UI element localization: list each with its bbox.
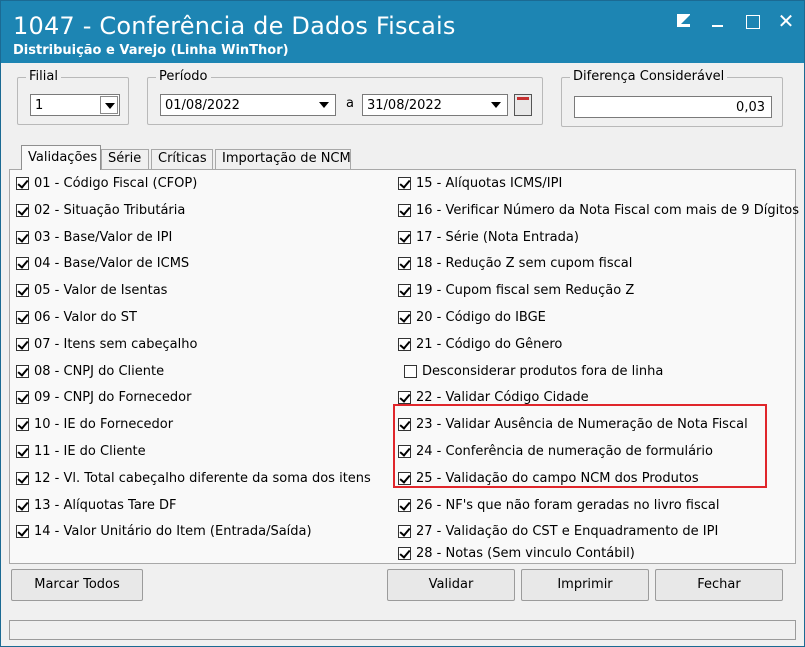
checkbox-label: 09 - CNPJ do Fornecedor — [34, 390, 192, 406]
checkbox-label: 23 - Validar Ausência de Numeração de No… — [416, 417, 748, 433]
checkbox-label: 13 - Alíquotas Tare DF — [34, 497, 177, 513]
checkbox[interactable] — [16, 498, 29, 512]
checkbox-label: 06 - Valor do ST — [34, 310, 137, 325]
checkbox-label: 10 - IE do Fornecedor — [34, 417, 174, 433]
window-content: Filial 1 Período 01/08/2022 a 31/08/2022… — [5, 65, 800, 643]
date-to-value: 31/08/2022 — [367, 98, 442, 113]
checkbox-label: 02 - Situação Tributária — [34, 202, 186, 218]
checkbox[interactable] — [398, 445, 411, 458]
checkbox[interactable] — [404, 364, 417, 378]
date-separator: a — [346, 96, 354, 111]
checkbox[interactable] — [16, 471, 29, 485]
checkbox[interactable] — [398, 498, 411, 512]
filial-value: 1 — [35, 98, 44, 113]
diferenca-group: Diferença Considerável 0,03 — [561, 70, 783, 127]
diferenca-label: Diferença Considerável — [570, 70, 728, 84]
checkbox-label: 26 - NF's que não foram geradas no livro… — [416, 497, 720, 513]
checkbox-label: 18 - Redução Z sem cupom fiscal — [416, 256, 633, 272]
checkbox-label: 15 - Alíquotas ICMS/IPI — [416, 176, 563, 191]
checkbox-label: 16 - Verificar Número da Nota Fiscal com… — [416, 202, 800, 218]
window-controls: ✕ — [674, 9, 796, 33]
checkbox[interactable] — [16, 337, 29, 351]
checkbox-label: 05 - Valor de Isentas — [34, 283, 168, 299]
checkbox-label: 28 - Notas (Sem vinculo Contábil) — [416, 546, 635, 562]
checkbox[interactable] — [16, 525, 29, 539]
checkbox-label: 07 - Itens sem cabeçalho — [34, 336, 198, 352]
title-bar[interactable]: 1047 - Conferência de Dados Fiscais Dist… — [1, 1, 804, 63]
window-subtitle: Distribuição e Varejo (Linha WinThor) — [13, 43, 289, 58]
checkbox-label: 22 - Validar Código Cidade — [416, 390, 589, 406]
checkbox-label: 17 - Série (Nota Entrada) — [416, 229, 579, 245]
checkbox[interactable] — [398, 257, 411, 271]
date-from-value: 01/08/2022 — [165, 98, 240, 113]
filial-group: Filial 1 — [17, 70, 129, 125]
maximize-icon[interactable] — [742, 11, 762, 31]
checkbox[interactable] — [398, 337, 411, 351]
checkbox-label: 11 - IE do Cliente — [34, 444, 146, 459]
checkbox-label: 08 - CNPJ do Cliente — [34, 363, 165, 379]
validar-button[interactable]: Validar — [387, 569, 515, 601]
checkbox[interactable] — [16, 311, 29, 324]
checkbox[interactable] — [398, 547, 411, 561]
checkbox[interactable] — [16, 364, 29, 378]
tab-validacoes[interactable]: Validações — [21, 145, 101, 170]
checkbox-label: 20 - Código do IBGE — [416, 310, 546, 325]
checkbox[interactable] — [398, 311, 411, 324]
close-icon[interactable]: ✕ — [776, 11, 796, 31]
status-bar — [9, 620, 796, 640]
fechar-button[interactable]: Fechar — [655, 569, 783, 601]
checkbox[interactable] — [398, 418, 411, 432]
tab-importacao-ncm[interactable]: Importação de NCM — [215, 149, 351, 169]
diferenca-input[interactable]: 0,03 — [574, 96, 772, 118]
imprimir-button[interactable]: Imprimir — [521, 569, 649, 601]
checkbox[interactable] — [16, 391, 29, 405]
filial-label: Filial — [26, 70, 61, 84]
checkbox[interactable] — [16, 257, 29, 271]
checkbox[interactable] — [398, 525, 411, 539]
checkbox-label: 27 - Validação do CST e Enquadramento de… — [416, 524, 719, 540]
checkbox[interactable] — [16, 230, 29, 244]
checkbox-label: 24 - Conferência de numeração de formulá… — [416, 444, 713, 459]
chevron-down-icon[interactable] — [100, 96, 118, 114]
checkbox-label: 14 - Valor Unitário do Item (Entrada/Saí… — [34, 524, 312, 540]
checkbox[interactable] — [398, 471, 411, 485]
checkbox[interactable] — [398, 230, 411, 244]
chevron-down-icon[interactable] — [317, 98, 331, 112]
checkbox-label: 19 - Cupom fiscal sem Redução Z — [416, 283, 635, 299]
marcar-todos-button[interactable]: Marcar Todos — [11, 569, 143, 601]
checkbox-label: 03 - Base/Valor de IPI — [34, 229, 173, 245]
restore-icon[interactable] — [674, 11, 694, 31]
checkbox[interactable] — [16, 177, 29, 190]
checkbox-label: 04 - Base/Valor de ICMS — [34, 256, 190, 272]
chevron-down-icon[interactable] — [489, 98, 503, 112]
checkbox-label: 01 - Código Fiscal (CFOP) — [34, 176, 198, 191]
tab-serie[interactable]: Série — [101, 149, 149, 169]
checkbox[interactable] — [398, 177, 411, 190]
date-from-field[interactable]: 01/08/2022 — [160, 94, 336, 116]
checkbox[interactable] — [16, 203, 29, 217]
checkbox-label: 25 - Validação do campo NCM dos Produtos — [416, 470, 699, 486]
filial-select[interactable]: 1 — [30, 94, 120, 116]
main-window: 1047 - Conferência de Dados Fiscais Dist… — [0, 0, 805, 647]
window-title: 1047 - Conferência de Dados Fiscais — [13, 12, 456, 40]
date-to-field[interactable]: 31/08/2022 — [362, 94, 508, 116]
checkbox[interactable] — [398, 391, 411, 405]
validacoes-panel: 01 - Código Fiscal (CFOP) 02 - Situação T… — [9, 169, 800, 564]
checkbox-label: 12 - Vl. Total cabeçalho diferente da so… — [34, 470, 371, 486]
periodo-label: Período — [156, 70, 211, 84]
minimize-icon[interactable] — [708, 11, 728, 31]
checkbox-label: Desconsiderar produtos fora de linha — [422, 363, 664, 379]
checkbox[interactable] — [398, 203, 411, 217]
tab-criticas[interactable]: Críticas — [151, 149, 213, 169]
diferenca-value: 0,03 — [736, 100, 765, 115]
periodo-group: Período 01/08/2022 a 31/08/2022 — [147, 70, 543, 125]
checkbox[interactable] — [398, 284, 411, 298]
checkbox[interactable] — [16, 284, 29, 298]
checkbox[interactable] — [16, 418, 29, 432]
calendar-icon[interactable] — [514, 94, 532, 116]
checkbox-label: 21 - Código do Gênero — [416, 336, 563, 352]
checkbox[interactable] — [16, 445, 29, 458]
